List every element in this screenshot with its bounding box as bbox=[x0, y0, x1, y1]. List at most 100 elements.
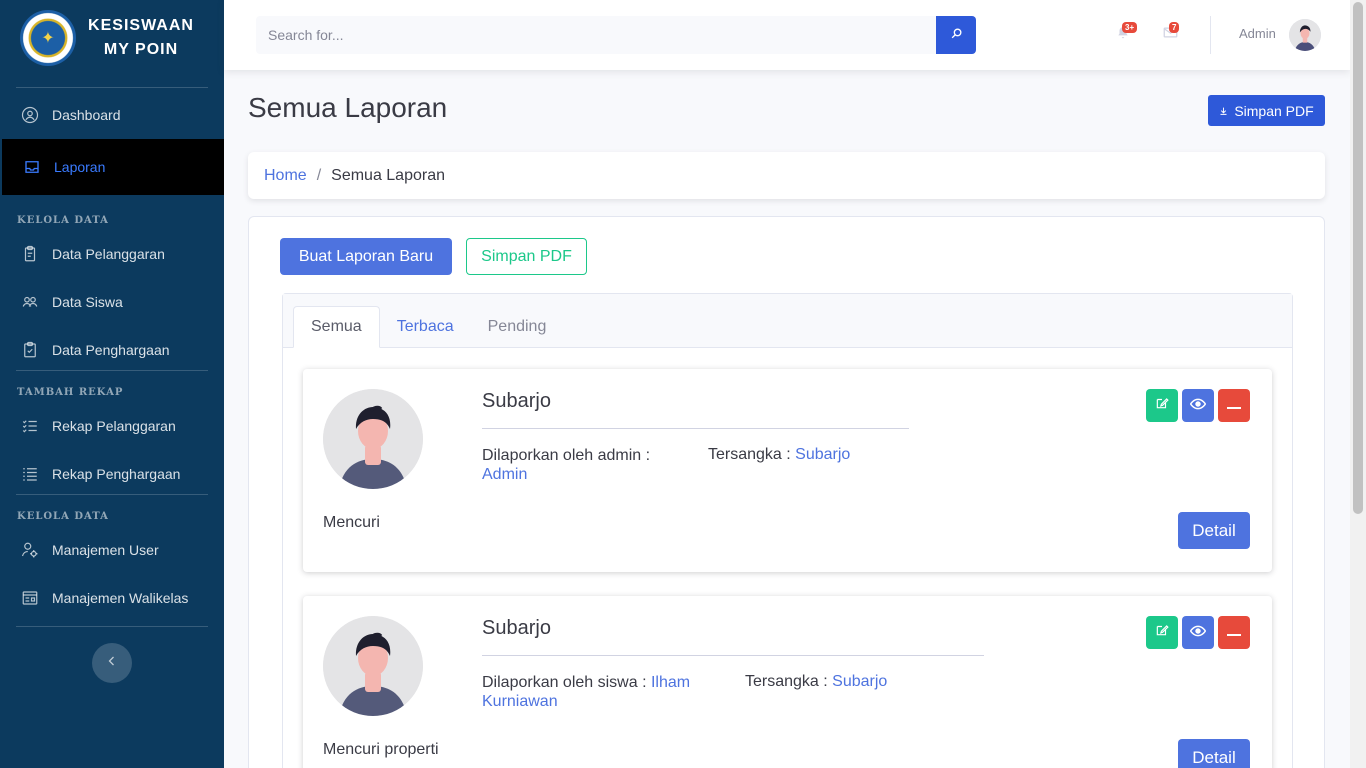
sidebar-item-label: Dashboard bbox=[52, 107, 121, 123]
id-card-icon bbox=[20, 588, 40, 608]
sidebar-toggle-button[interactable] bbox=[92, 643, 132, 683]
users-icon bbox=[20, 292, 40, 312]
brand[interactable]: ✦ KESISWAAN MY POIN bbox=[0, 0, 224, 76]
sidebar-item-laporan[interactable]: Laporan bbox=[2, 139, 224, 195]
avatar[interactable] bbox=[1289, 19, 1321, 51]
report-suspect: Tersangka : Subarjo bbox=[708, 446, 850, 464]
breadcrumb: Home / Semua Laporan bbox=[248, 152, 1325, 199]
brand-line1: KESISWAAN bbox=[88, 17, 194, 34]
minus-icon bbox=[1227, 624, 1241, 642]
sidebar-divider bbox=[16, 87, 208, 88]
sidebar-item-rekap-penghargaan[interactable]: Rekap Penghargaan bbox=[0, 450, 224, 498]
scrollbar-thumb[interactable] bbox=[1353, 2, 1363, 514]
new-report-button[interactable]: Buat Laporan Baru bbox=[280, 238, 452, 275]
sidebar-item-label: Manajemen User bbox=[52, 542, 159, 558]
sidebar-item-data-penghargaan[interactable]: Data Penghargaan bbox=[0, 326, 224, 374]
eye-icon bbox=[1189, 624, 1207, 642]
report-description: Mencuri properti bbox=[323, 741, 439, 758]
checklist-icon bbox=[20, 416, 40, 436]
sidebar-item-label: Rekap Penghargaan bbox=[52, 466, 181, 482]
page-scrollbar[interactable] bbox=[1350, 0, 1366, 768]
sidebar-item-rekap-pelanggaran[interactable]: Rekap Pelanggaran bbox=[0, 402, 224, 450]
clipboard-copy-icon bbox=[20, 244, 40, 264]
detail-button[interactable]: Detail bbox=[1178, 512, 1250, 549]
user-name[interactable]: Admin bbox=[1239, 26, 1276, 41]
sidebar-item-manajemen-walikelas[interactable]: Manajemen Walikelas bbox=[0, 574, 224, 622]
alerts-button[interactable]: 3+ bbox=[1113, 22, 1138, 44]
topbar-divider bbox=[1210, 16, 1211, 54]
report-name: Subarjo bbox=[482, 617, 551, 639]
search-input[interactable] bbox=[256, 16, 936, 54]
list-icon bbox=[20, 464, 40, 484]
reports-card: Buat Laporan Baru Simpan PDF Semua Terba… bbox=[248, 216, 1325, 768]
breadcrumb-current: Semua Laporan bbox=[331, 166, 445, 184]
download-icon bbox=[1219, 103, 1228, 119]
sidebar-item-data-pelanggaran[interactable]: Data Pelanggaran bbox=[0, 230, 224, 278]
suspect-link[interactable]: Subarjo bbox=[795, 446, 850, 463]
reported-by-label: Dilaporkan oleh admin : bbox=[482, 447, 651, 464]
user-circle-icon bbox=[20, 105, 40, 125]
reported-by-label: Dilaporkan oleh siswa : bbox=[482, 674, 647, 691]
sidebar: ✦ KESISWAAN MY POIN Dashboard Laporan KE… bbox=[0, 0, 224, 768]
clipboard-check-icon bbox=[20, 340, 40, 360]
suspect-label: Tersangka : bbox=[708, 446, 791, 463]
search-icon bbox=[950, 27, 963, 43]
topbar: 3+ 7 Admin bbox=[224, 0, 1350, 70]
search-button[interactable] bbox=[936, 16, 976, 54]
sidebar-heading-rekap: TAMBAH REKAP bbox=[17, 387, 124, 398]
user-settings-icon bbox=[20, 540, 40, 560]
report-divider bbox=[482, 655, 984, 656]
sidebar-heading-kelola: KELOLA DATA bbox=[17, 215, 109, 226]
sidebar-item-label: Data Pelanggaran bbox=[52, 246, 165, 262]
delete-button[interactable] bbox=[1218, 616, 1250, 649]
report-name: Subarjo bbox=[482, 390, 551, 412]
avatar bbox=[323, 389, 423, 489]
minus-icon bbox=[1227, 397, 1241, 415]
suspect-label: Tersangka : bbox=[745, 673, 828, 690]
view-button[interactable] bbox=[1182, 616, 1214, 649]
sidebar-item-label: Data Penghargaan bbox=[52, 342, 170, 358]
search-bar bbox=[256, 16, 976, 54]
tabs-header: Semua Terbaca Pending bbox=[283, 294, 1292, 348]
brand-line2: MY POIN bbox=[103, 41, 179, 58]
edit-icon bbox=[1155, 396, 1169, 415]
report-card: Subarjo Dilaporkan oleh siswa : Ilham Ku… bbox=[303, 596, 1272, 768]
sidebar-heading-kelola-2: KELOLA DATA bbox=[17, 511, 109, 522]
sidebar-item-label: Laporan bbox=[54, 159, 106, 175]
avatar bbox=[323, 616, 423, 716]
report-reporter: Dilaporkan oleh siswa : Ilham Kurniawan bbox=[482, 673, 732, 711]
report-reporter: Dilaporkan oleh admin : Admin bbox=[482, 446, 650, 484]
page-title: Semua Laporan bbox=[248, 92, 448, 123]
report-suspect: Tersangka : Subarjo bbox=[745, 673, 887, 691]
inbox-icon bbox=[22, 157, 42, 177]
sidebar-item-label: Manajemen Walikelas bbox=[52, 590, 189, 606]
breadcrumb-home-link[interactable]: Home bbox=[264, 167, 307, 185]
tab-pending[interactable]: Pending bbox=[471, 306, 564, 348]
tab-semua[interactable]: Semua bbox=[293, 306, 380, 348]
delete-button[interactable] bbox=[1218, 389, 1250, 422]
sidebar-item-label: Data Siswa bbox=[52, 294, 123, 310]
save-pdf-top-label: Simpan PDF bbox=[1234, 102, 1314, 119]
sidebar-item-dashboard[interactable]: Dashboard bbox=[0, 91, 224, 139]
sidebar-item-manajemen-user[interactable]: Manajemen User bbox=[0, 526, 224, 574]
save-pdf-button[interactable]: Simpan PDF bbox=[466, 238, 587, 275]
edit-button[interactable] bbox=[1146, 616, 1178, 649]
save-pdf-top-button[interactable]: Simpan PDF bbox=[1208, 95, 1325, 126]
school-logo-icon: ✦ bbox=[20, 10, 76, 66]
alerts-badge: 3+ bbox=[1122, 22, 1138, 33]
tab-terbaca[interactable]: Terbaca bbox=[380, 306, 471, 348]
eye-icon bbox=[1189, 397, 1207, 415]
edit-button[interactable] bbox=[1146, 389, 1178, 422]
messages-button[interactable]: 7 bbox=[1160, 22, 1180, 44]
reporter-link[interactable]: Admin bbox=[482, 465, 650, 484]
tabs-panel: Semua Terbaca Pending Subarjo Dilaporkan… bbox=[282, 293, 1293, 768]
detail-button[interactable]: Detail bbox=[1178, 739, 1250, 768]
view-button[interactable] bbox=[1182, 389, 1214, 422]
report-card: Subarjo Dilaporkan oleh admin : Admin Te… bbox=[303, 369, 1272, 572]
messages-badge: 7 bbox=[1169, 22, 1180, 33]
edit-icon bbox=[1155, 623, 1169, 642]
sidebar-item-data-siswa[interactable]: Data Siswa bbox=[0, 278, 224, 326]
report-divider bbox=[482, 428, 909, 429]
suspect-link[interactable]: Subarjo bbox=[832, 673, 887, 690]
report-description: Mencuri bbox=[323, 514, 380, 531]
